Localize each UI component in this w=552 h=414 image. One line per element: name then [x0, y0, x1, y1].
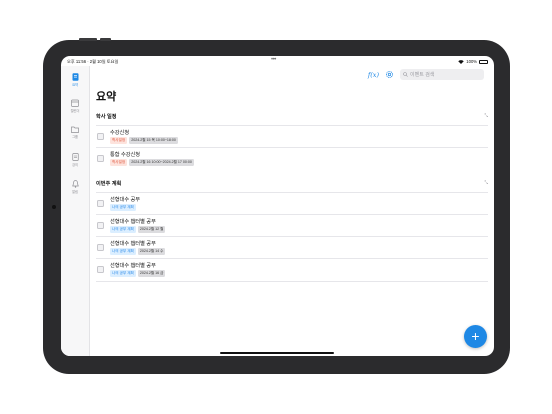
list-item[interactable]: 선형대수 챕터별 공부 나의 공부 계획 2024.2월 16 금 — [96, 258, 488, 282]
item-title: 선형대수 챕터별 공부 — [110, 263, 156, 269]
section-header-weekly-plan: 이번주 계획 — [96, 181, 122, 187]
item-title: 선형대수 챕터별 공부 — [110, 241, 156, 247]
checkbox[interactable] — [97, 244, 104, 251]
checkbox[interactable] — [97, 222, 104, 229]
sidebar-item-calendar[interactable]: 캘린더 — [61, 99, 89, 113]
home-indicator[interactable] — [220, 352, 334, 354]
add-event-button[interactable]: + — [464, 325, 487, 348]
category-tag: 나의 공부 계획 — [110, 248, 136, 255]
list-item[interactable]: 통합 수강신청 학사일정 2024.2월 16 10:00~2024.2월 17… — [96, 147, 488, 170]
main-content: f(x) 이벤트 검색 요약 학사 일정 ⤡ 수강신청 학사일정 2024.2월… — [90, 66, 494, 356]
bell-icon — [71, 180, 79, 188]
calendar-icon — [71, 99, 79, 107]
page-title: 요약 — [96, 91, 117, 103]
front-camera — [52, 205, 56, 209]
category-tag: 나의 공부 계획 — [110, 270, 136, 277]
category-tag: 나의 공부 계획 — [110, 204, 136, 211]
status-bar: 오후 11:56 · 2월 10일 토요일 ••• 100% — [61, 56, 494, 66]
sidebar-item-group[interactable]: 그룹 — [61, 126, 89, 139]
date-tag: 2024.2월 16 10:00~2024.2월 17 00:00 — [129, 159, 194, 166]
category-tag: 학사일정 — [110, 137, 128, 144]
date-tag: 2024.2월 16 금 — [137, 270, 166, 277]
checkbox[interactable] — [97, 200, 104, 207]
item-title: 통합 수강신청 — [110, 152, 141, 158]
date-tag: 2024.2월 15 목 10:00~18:00 — [129, 137, 178, 144]
sidebar-item-label: 알림 — [72, 190, 78, 194]
checkbox[interactable] — [97, 133, 104, 140]
sidebar: 요약 캘린더 그룹 강의 알림 — [61, 66, 90, 356]
search-placeholder: 이벤트 검색 — [410, 72, 435, 78]
top-toolbar: f(x) 이벤트 검색 — [368, 69, 484, 80]
category-tag: 학사일정 — [110, 159, 128, 166]
collapse-icon[interactable]: ⤡ — [484, 113, 488, 118]
section-header-academic: 학사 일정 — [96, 114, 117, 120]
item-title: 수강신청 — [110, 130, 130, 136]
sidebar-item-alarm[interactable]: 알림 — [61, 180, 89, 194]
date-tag: 2024.2월 14 수 — [137, 248, 166, 255]
sidebar-item-label: 캘린더 — [70, 109, 80, 113]
checkbox[interactable] — [97, 155, 104, 162]
sidebar-item-label: 그룹 — [72, 135, 78, 139]
search-field[interactable]: 이벤트 검색 — [400, 69, 484, 80]
formula-button[interactable]: f(x) — [368, 71, 379, 79]
sidebar-item-label: 요약 — [72, 83, 78, 87]
sidebar-item-lecture[interactable]: 강의 — [61, 153, 89, 167]
document-icon — [71, 153, 79, 161]
status-time: 오후 11:56 · 2월 10일 토요일 — [67, 59, 119, 64]
gear-icon[interactable] — [385, 70, 394, 79]
battery-icon — [479, 59, 488, 64]
summary-icon — [72, 73, 78, 81]
folder-icon — [71, 126, 79, 133]
search-icon — [403, 72, 408, 77]
sidebar-item-label: 강의 — [72, 163, 78, 167]
list-item[interactable]: 수강신청 학사일정 2024.2월 15 목 10:00~18:00 — [96, 125, 488, 148]
top-button — [79, 38, 97, 41]
status-right: 100% — [458, 59, 488, 64]
checkbox[interactable] — [97, 266, 104, 273]
list-item[interactable]: 선형대수 공부 나의 공부 계획 — [96, 192, 488, 215]
multitask-dots[interactable]: ••• — [271, 57, 276, 63]
item-title: 선형대수 공부 — [110, 197, 141, 203]
app-screen: 오후 11:56 · 2월 10일 토요일 ••• 100% 요약 캘린더 그룹… — [61, 56, 494, 356]
sidebar-item-summary[interactable]: 요약 — [61, 73, 89, 87]
top-button-2 — [100, 38, 111, 41]
battery-percent: 100% — [466, 59, 477, 64]
date-tag: 2024.2월 12 월 — [137, 226, 166, 233]
item-title: 선형대수 챕터별 공부 — [110, 219, 156, 225]
wifi-icon — [458, 59, 465, 64]
list-item[interactable]: 선형대수 챕터별 공부 나의 공부 계획 2024.2월 12 월 — [96, 214, 488, 237]
collapse-icon[interactable]: ⤡ — [484, 180, 488, 185]
category-tag: 나의 공부 계획 — [110, 226, 136, 233]
list-item[interactable]: 선형대수 챕터별 공부 나의 공부 계획 2024.2월 14 수 — [96, 236, 488, 259]
